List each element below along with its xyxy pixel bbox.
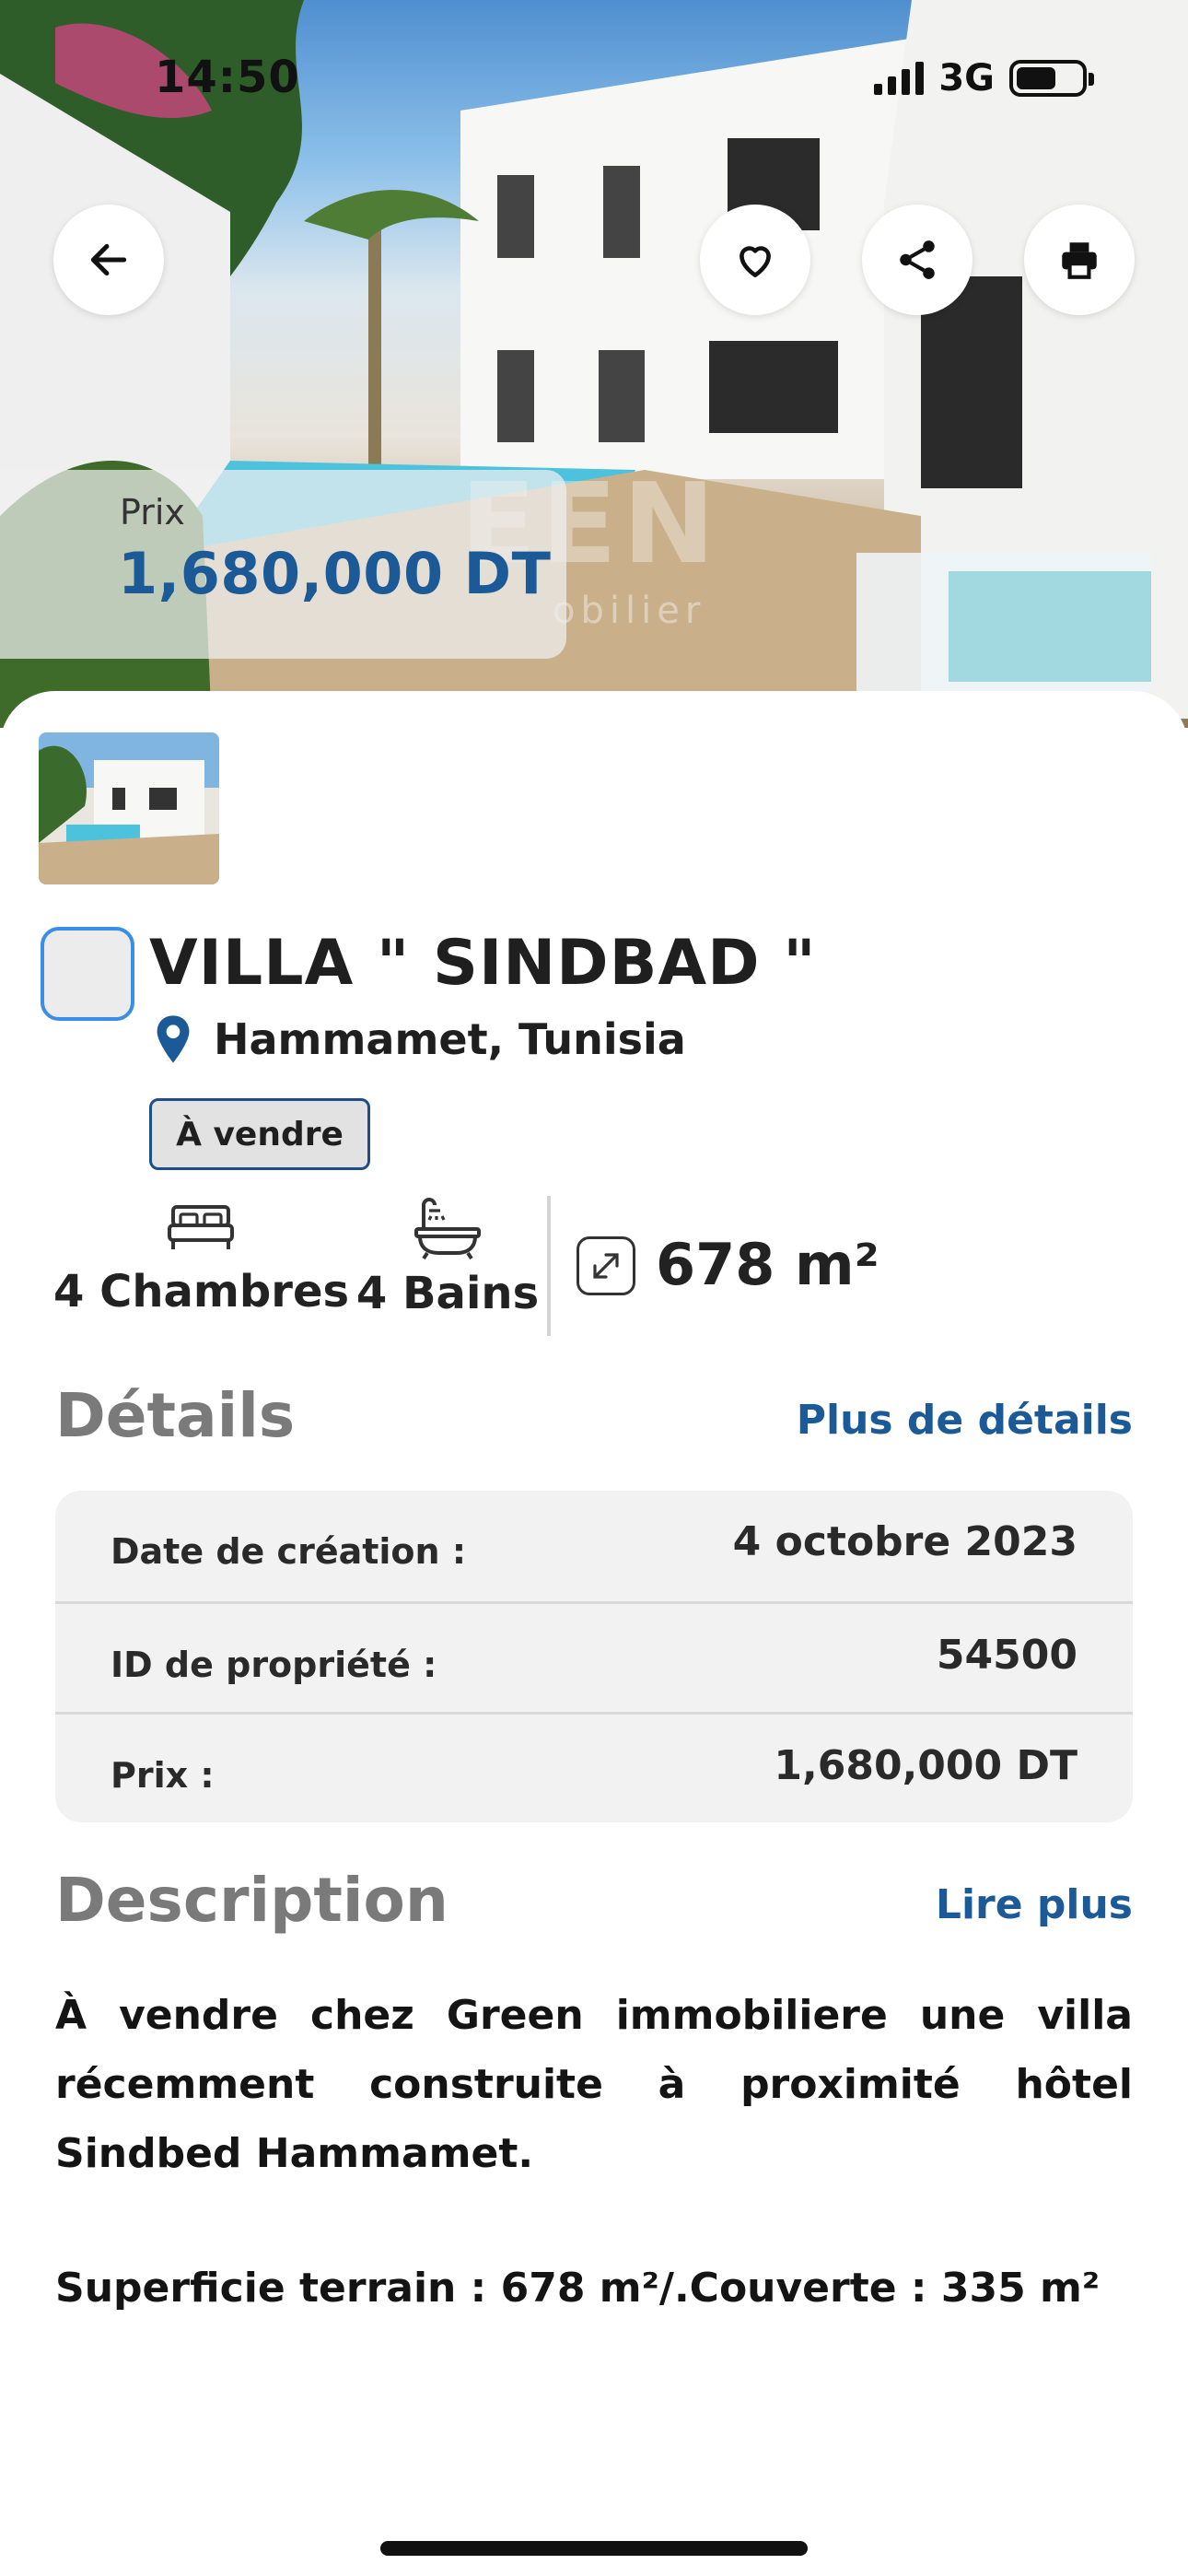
detail-key: Date de création : <box>111 1531 467 1572</box>
heart-icon <box>740 246 771 277</box>
detail-key: ID de propriété : <box>111 1645 437 1685</box>
price-overlay: Prix 1,680,000 DT <box>0 470 566 659</box>
details-heading: Détails <box>55 1380 296 1451</box>
detail-row: Prix : 1,680,000 DT <box>55 1712 1133 1822</box>
detail-value: 54500 <box>936 1632 1077 1679</box>
area-feature-icon <box>577 1236 635 1295</box>
status-badge: À vendre <box>149 1098 370 1170</box>
listing-title: VILLA " SINDBAD " <box>149 927 817 1000</box>
details-table: Date de création : 4 octobre 2023 ID de … <box>55 1491 1133 1822</box>
bed-icon <box>168 1205 234 1249</box>
network-type: 3G <box>938 57 995 100</box>
description-text: À vendre chez Green immobiliere une vill… <box>55 1992 1133 2177</box>
surface-text: Superficie terrain : 678 m²/.Couverte : … <box>55 2265 1101 2312</box>
share-button[interactable] <box>862 205 973 315</box>
print-button[interactable] <box>1024 205 1135 315</box>
price-label: Prix <box>120 492 185 533</box>
bathrooms-feature: 4 Bains <box>355 1196 540 1319</box>
bedrooms-label: 4 Chambres <box>53 1266 350 1317</box>
more-details-link[interactable]: Plus de détails <box>797 1397 1133 1444</box>
expand-arrows-icon <box>593 1253 619 1279</box>
compare-checkbox[interactable] <box>41 927 134 1021</box>
gallery-thumbnail[interactable] <box>39 732 219 884</box>
detail-row: Date de création : 4 octobre 2023 <box>55 1491 1133 1601</box>
bathtub-icon <box>414 1198 481 1260</box>
detail-row: ID de propriété : 54500 <box>55 1601 1133 1712</box>
back-button[interactable] <box>53 205 164 315</box>
location-pin-icon <box>157 1015 190 1063</box>
detail-key: Prix : <box>111 1755 215 1796</box>
area-value: 678 m² <box>656 1231 879 1298</box>
description-heading: Description <box>55 1865 448 1936</box>
price-value: 1,680,000 DT <box>118 540 552 607</box>
signal-icon <box>874 62 925 95</box>
watermark-subtext: obilier <box>553 590 706 632</box>
print-icon <box>1062 242 1097 279</box>
status-indicators: 3G <box>874 57 1094 100</box>
back-arrow-icon <box>90 243 127 276</box>
hero-image[interactable]: EEN obilier 14:50 3G Prix 1,680,000 DT <box>0 0 1188 728</box>
bedrooms-feature: 4 Chambres <box>53 1203 350 1317</box>
share-icon <box>900 240 935 279</box>
detail-value: 4 octobre 2023 <box>732 1518 1077 1565</box>
bathrooms-label: 4 Bains <box>355 1268 540 1319</box>
read-more-link[interactable]: Lire plus <box>936 1881 1133 1928</box>
location-text: Hammamet, Tunisia <box>214 1014 686 1064</box>
home-indicator[interactable] <box>380 2541 808 2556</box>
feature-divider <box>547 1196 551 1336</box>
thumbnail-image <box>39 732 219 884</box>
status-time: 14:50 <box>155 52 300 103</box>
detail-value: 1,680,000 DT <box>774 1742 1077 1789</box>
battery-icon <box>1009 60 1094 97</box>
favorite-button[interactable] <box>700 205 810 315</box>
listing-location: Hammamet, Tunisia <box>153 1013 686 1065</box>
